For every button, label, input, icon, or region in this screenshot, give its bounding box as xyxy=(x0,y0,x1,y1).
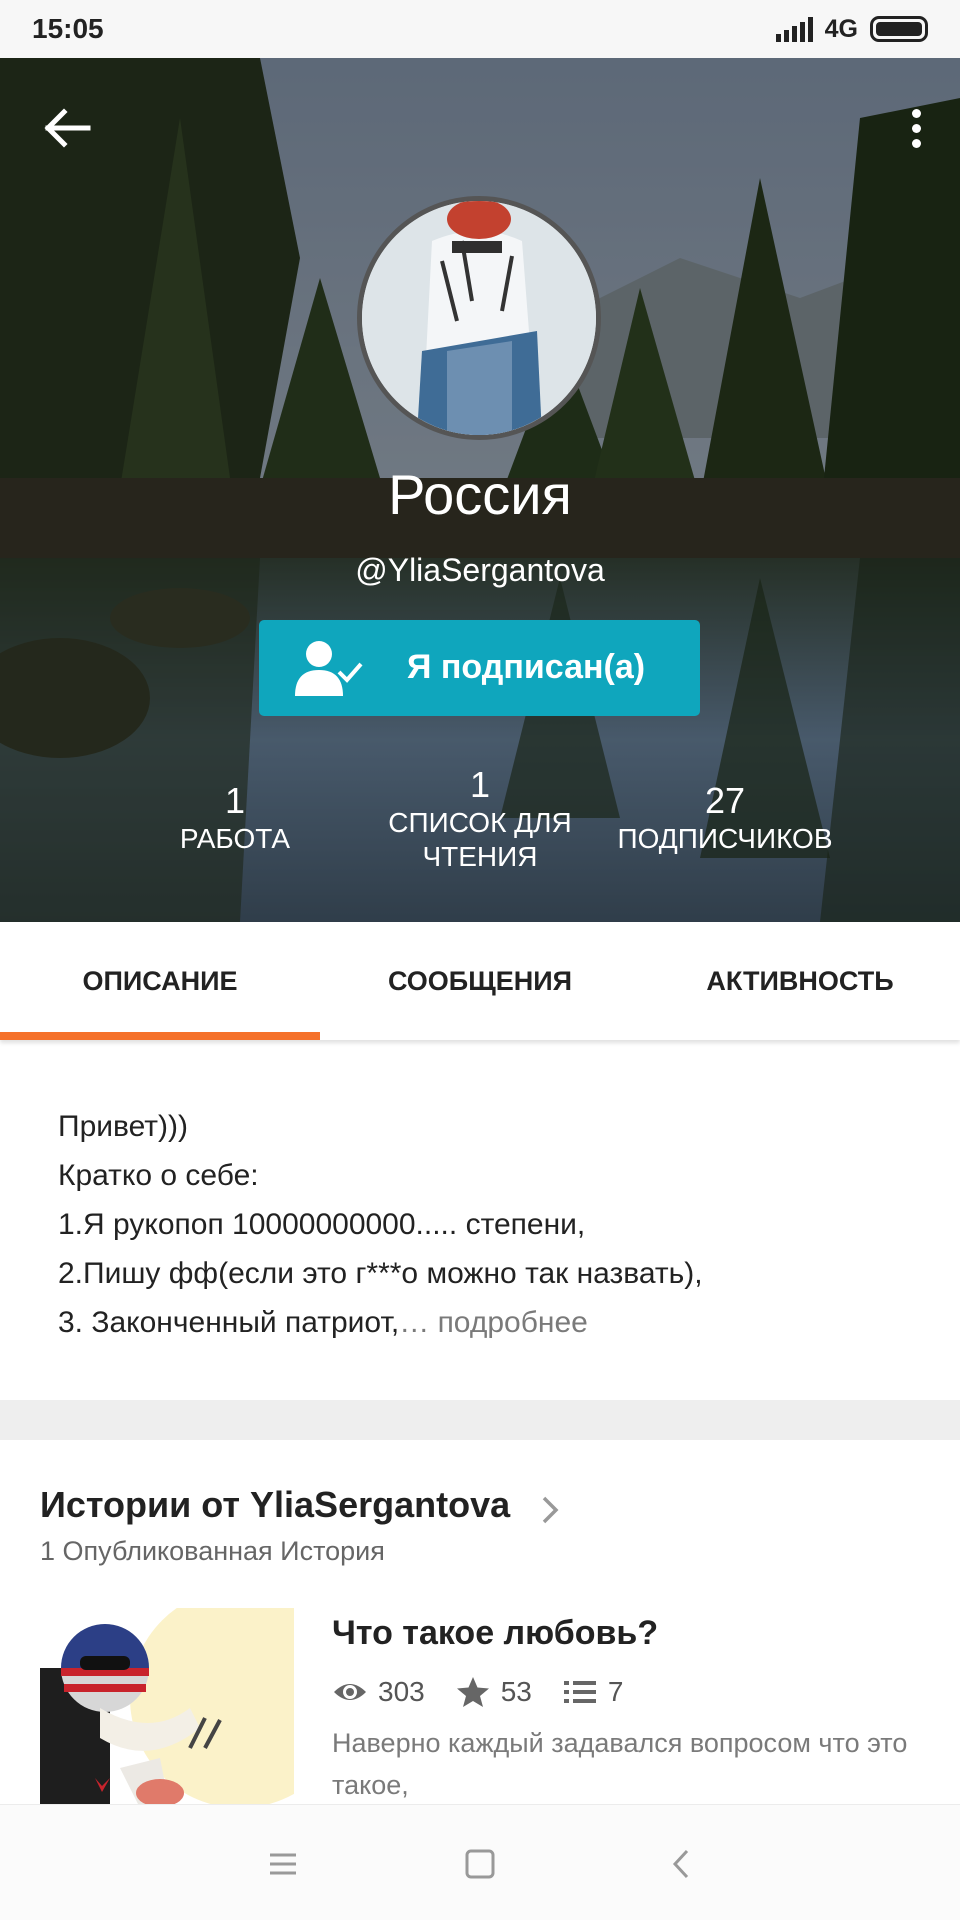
stories-count: 1 Опубликованная История xyxy=(40,1536,385,1566)
system-nav-bar xyxy=(0,1804,960,1920)
stories-section-title[interactable]: Истории от YliaSergantova xyxy=(40,1484,510,1526)
description-ellipsis: … xyxy=(399,1306,430,1339)
star-icon xyxy=(456,1677,489,1707)
profile-handle: @YliaSergantova xyxy=(355,552,605,588)
back-button[interactable] xyxy=(40,100,96,156)
chevron-right-icon[interactable] xyxy=(540,1494,560,1526)
tab-activity[interactable]: АКТИВНОСТЬ xyxy=(640,922,960,1040)
story-title[interactable]: Что такое любовь? xyxy=(332,1614,658,1653)
story-description: Наверно каждый задавался вопросом что эт… xyxy=(332,1728,908,1800)
tab-messages[interactable]: СООБЩЕНИЯ xyxy=(320,922,640,1040)
stat-works[interactable]: 1 РАБОТА xyxy=(150,780,320,856)
status-bar: 15:05 4G xyxy=(0,0,960,58)
follow-button[interactable]: Я подписан(а) xyxy=(259,620,700,716)
status-time: 15:05 xyxy=(32,13,104,44)
profile-description: Привет))) Кратко о себе: 1.Я рукопоп 100… xyxy=(58,1102,918,1347)
story-views: 303 xyxy=(378,1676,425,1707)
story-parts: 7 xyxy=(607,1676,624,1707)
story-votes: 53 xyxy=(500,1676,532,1707)
list-icon xyxy=(563,1681,596,1703)
description-line: 1.Я рукопоп 10000000000..... степени, xyxy=(58,1208,586,1241)
battery-icon xyxy=(870,16,928,42)
menu-icon[interactable] xyxy=(258,1839,308,1889)
follow-button-label: Я подписан(а) xyxy=(407,648,646,686)
story-stats: 303 53 7 xyxy=(332,1672,653,1712)
profile-name: Россия xyxy=(388,463,572,526)
signal-icon xyxy=(775,16,813,42)
section-divider xyxy=(0,1400,960,1440)
arrow-left-icon xyxy=(44,108,91,148)
active-tab-indicator xyxy=(0,1032,320,1040)
stat-reading-lists[interactable]: 1 СПИСОК ДЛЯ ЧТЕНИЯ xyxy=(370,764,590,874)
description-line: Привет))) xyxy=(58,1110,189,1143)
person-check-icon xyxy=(295,641,363,696)
avatar[interactable] xyxy=(357,196,601,440)
eye-icon xyxy=(334,1684,366,1700)
status-icons: 4G xyxy=(775,14,928,44)
more-vert-icon xyxy=(911,108,921,118)
description-line: 2.Пишу фф(если это г***о можно так назва… xyxy=(58,1257,703,1290)
story-cover-image[interactable] xyxy=(40,1608,294,1808)
tab-description[interactable]: ОПИСАНИЕ xyxy=(0,922,320,1040)
stat-followers[interactable]: 27 ПОДПИСЧИКОВ xyxy=(600,780,850,856)
description-line: 3. Законченный патриот,… подробнее xyxy=(58,1306,588,1339)
profile-header: Россия @YliaSergantova Я подписан(а) 1 Р… xyxy=(0,58,960,922)
read-more-link[interactable]: подробнее xyxy=(438,1306,588,1339)
description-line: Кратко о себе: xyxy=(58,1159,259,1192)
home-square-icon[interactable] xyxy=(455,1839,505,1889)
back-chevron-icon[interactable] xyxy=(657,1839,707,1889)
profile-tabs: ОПИСАНИЕ СООБЩЕНИЯ АКТИВНОСТЬ xyxy=(0,922,960,1040)
network-type: 4G xyxy=(824,14,858,43)
more-options-button[interactable] xyxy=(894,100,938,156)
